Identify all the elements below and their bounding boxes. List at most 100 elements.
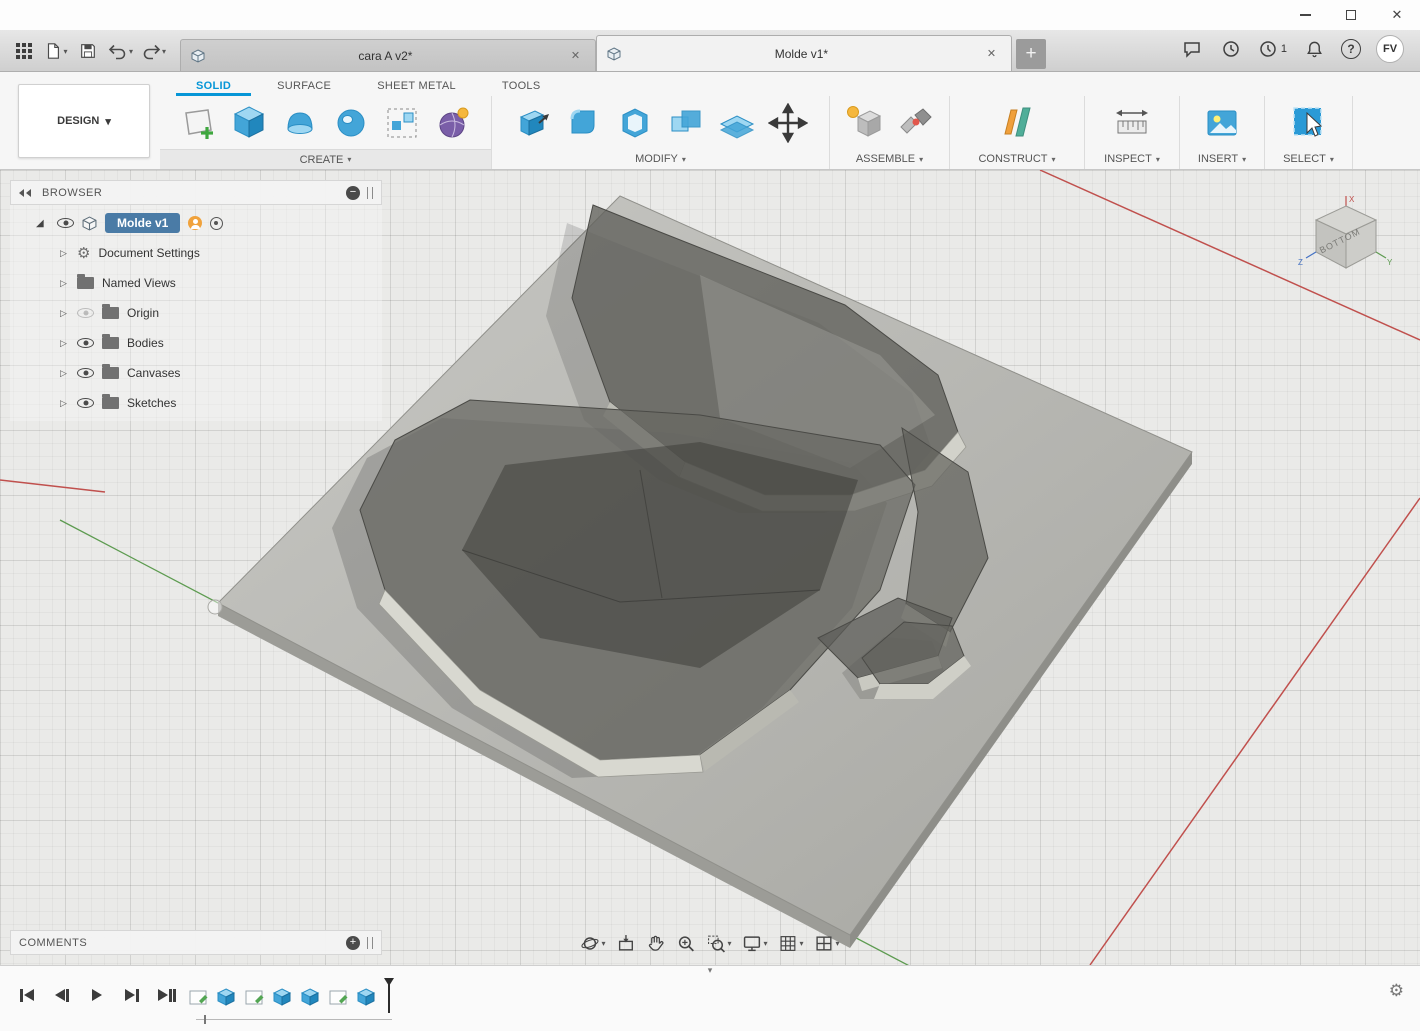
timeline-settings-gear[interactable]: ⚙	[1389, 981, 1404, 1001]
zoom-button[interactable]	[676, 934, 695, 953]
help-button[interactable]: ?	[1341, 39, 1361, 59]
tab-close-icon[interactable]: ✕	[566, 48, 585, 63]
timeline-begin-button[interactable]	[14, 982, 40, 1008]
collapse-panel-icon[interactable]	[19, 189, 33, 197]
collapse-all-button[interactable]: −	[346, 186, 360, 200]
insert-image-button[interactable]	[1201, 100, 1243, 146]
group-modify-dropdown[interactable]: MODIFY ▾	[492, 149, 829, 169]
timeline-feature-extrude[interactable]	[298, 985, 322, 1009]
browser-item-canvases[interactable]: ▷Canvases	[10, 358, 382, 388]
add-comment-button[interactable]: +	[346, 936, 360, 950]
ribbon-tab-solid[interactable]: SOLID	[176, 80, 251, 96]
view-cube[interactable]: X BOTTOM Y Z	[1296, 194, 1396, 289]
browser-item-document-settings[interactable]: ▷⚙Document Settings	[10, 238, 382, 268]
group-inspect-dropdown[interactable]: INSPECT ▾	[1085, 149, 1179, 169]
timeline-feature-extrude[interactable]	[214, 985, 238, 1009]
timeline-feature-sketch[interactable]	[186, 985, 210, 1009]
timeline-play-button[interactable]	[84, 982, 110, 1008]
save-button[interactable]	[76, 39, 100, 63]
expand-arrow-icon[interactable]: ▷	[58, 368, 69, 379]
create-sketch-button[interactable]	[177, 100, 219, 146]
comments-feedback-button[interactable]	[1180, 37, 1204, 61]
expand-arrow-icon[interactable]: ▷	[58, 248, 69, 259]
ribbon-tab-sheet-metal[interactable]: SHEET METAL	[357, 80, 476, 96]
collapse-arrow-icon[interactable]: ◢	[36, 218, 49, 229]
group-construct-dropdown[interactable]: CONSTRUCT ▾	[950, 149, 1084, 169]
look-at-button[interactable]	[616, 934, 635, 953]
timeline-collapse-caret[interactable]: ▾	[708, 966, 713, 974]
redo-button[interactable]: ▾	[141, 39, 166, 63]
measure-button[interactable]	[1111, 100, 1153, 146]
browser-item-named-views[interactable]: ▷Named Views	[10, 268, 382, 298]
viewport-3d[interactable]: X BOTTOM Y Z BROWSER − ◢	[0, 170, 1420, 965]
panel-drag-grip[interactable]	[367, 937, 373, 949]
timeline-feature-sketch[interactable]	[326, 985, 350, 1009]
pan-button[interactable]	[646, 934, 665, 953]
revolve-button[interactable]	[279, 100, 321, 146]
fit-button[interactable]: ▾	[706, 934, 731, 953]
comments-header[interactable]: COMMENTS +	[10, 930, 382, 955]
group-assemble-dropdown[interactable]: ASSEMBLE ▾	[830, 149, 949, 169]
move-copy-button[interactable]	[767, 100, 809, 146]
browser-item-sketches[interactable]: ▷Sketches	[10, 388, 382, 418]
visibility-eye-icon[interactable]	[77, 338, 94, 348]
browser-header[interactable]: BROWSER −	[10, 180, 382, 205]
expand-arrow-icon[interactable]: ▷	[58, 398, 69, 409]
orbit-button[interactable]: ▾	[580, 934, 605, 953]
pattern-button[interactable]	[381, 100, 423, 146]
window-restore-button[interactable]	[1328, 0, 1374, 30]
job-status-button[interactable]	[1219, 37, 1243, 61]
timeline-step-forward-button[interactable]	[119, 982, 145, 1008]
new-component-button[interactable]	[843, 100, 885, 146]
offset-face-button[interactable]	[716, 100, 758, 146]
create-form-button[interactable]	[432, 100, 474, 146]
expand-arrow-icon[interactable]: ▷	[58, 308, 69, 319]
shell-button[interactable]	[614, 100, 656, 146]
timeline-feature-sketch[interactable]	[242, 985, 266, 1009]
fillet-button[interactable]	[563, 100, 605, 146]
activate-component-radio[interactable]	[210, 217, 223, 230]
timeline-feature-extrude[interactable]	[270, 985, 294, 1009]
ribbon-tab-surface[interactable]: SURFACE	[257, 80, 351, 96]
tab-close-icon[interactable]: ✕	[982, 46, 1001, 61]
group-create-dropdown[interactable]: CREATE ▾	[160, 149, 491, 169]
browser-root-item[interactable]: ◢ Molde v1	[10, 208, 382, 238]
expand-arrow-icon[interactable]: ▷	[58, 338, 69, 349]
document-tab-cara-a-v2[interactable]: cara A v2* ✕	[180, 39, 596, 71]
user-avatar[interactable]: FV	[1376, 35, 1404, 63]
grid-snaps-button[interactable]: ▾	[779, 934, 804, 953]
ribbon-tab-tools[interactable]: TOOLS	[482, 80, 561, 96]
joint-button[interactable]	[894, 100, 936, 146]
workspace-selector[interactable]: DESIGN ▾	[18, 84, 150, 158]
timeline-end-button[interactable]	[154, 982, 180, 1008]
select-button[interactable]	[1288, 100, 1330, 146]
file-menu-button[interactable]: ▾	[44, 39, 68, 63]
window-close-button[interactable]: ✕	[1374, 0, 1420, 30]
notification-center-button[interactable]: 1	[1258, 39, 1287, 59]
extrude-button[interactable]	[228, 100, 270, 146]
press-pull-button[interactable]	[512, 100, 554, 146]
new-tab-button[interactable]: +	[1016, 39, 1046, 69]
combine-button[interactable]	[665, 100, 707, 146]
undo-button[interactable]: ▾	[108, 39, 133, 63]
timeline-zoom-slider[interactable]	[196, 1019, 392, 1020]
construction-plane-button[interactable]	[996, 100, 1038, 146]
timeline-feature-extrude[interactable]	[354, 985, 378, 1009]
expand-arrow-icon[interactable]: ▷	[58, 278, 69, 289]
origin-point[interactable]	[208, 600, 222, 614]
window-minimize-button[interactable]	[1282, 0, 1328, 30]
sweep-button[interactable]	[330, 100, 372, 146]
visibility-eye-icon[interactable]	[57, 218, 74, 228]
viewports-button[interactable]: ▾	[815, 934, 840, 953]
group-select-dropdown[interactable]: SELECT ▾	[1265, 149, 1352, 169]
document-tab-molde-v1[interactable]: Molde v1* ✕	[596, 35, 1012, 71]
timeline-step-back-button[interactable]	[49, 982, 75, 1008]
visibility-eye-icon[interactable]	[77, 308, 94, 318]
browser-item-origin[interactable]: ▷Origin	[10, 298, 382, 328]
apps-grid-button[interactable]	[12, 39, 36, 63]
group-insert-dropdown[interactable]: INSERT ▾	[1180, 149, 1264, 169]
root-component-name[interactable]: Molde v1	[105, 213, 180, 233]
panel-drag-grip[interactable]	[367, 187, 373, 199]
visibility-eye-icon[interactable]	[77, 368, 94, 378]
timeline-position-marker[interactable]	[387, 981, 391, 1013]
